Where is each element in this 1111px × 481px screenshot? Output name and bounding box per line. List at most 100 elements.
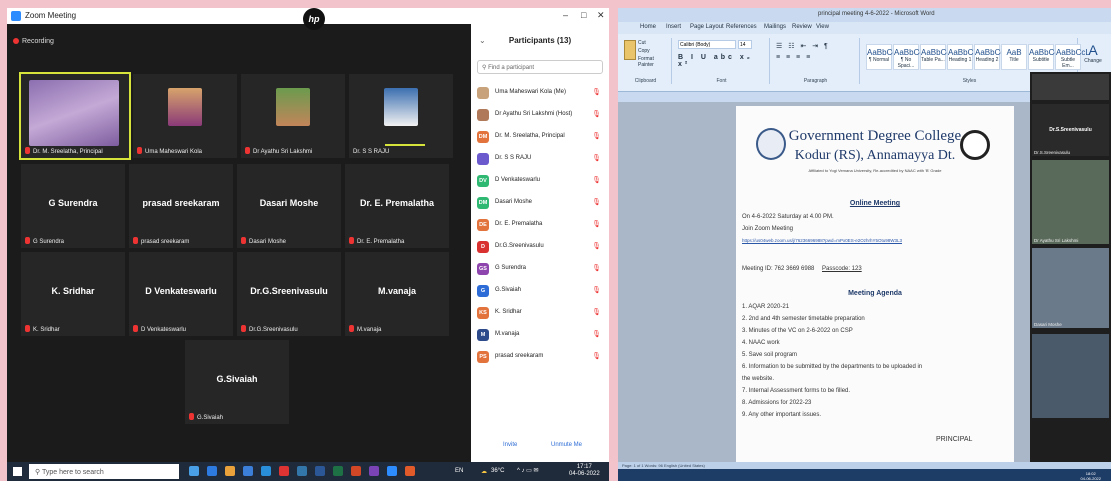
language-indicator[interactable]: EN xyxy=(455,468,463,474)
muted-mic-icon[interactable]: 🎙 xyxy=(592,286,601,294)
video-tile[interactable]: Dasari Moshe Dasari Moshe xyxy=(237,164,341,248)
muted-mic-icon[interactable]: 🎙 xyxy=(592,88,601,96)
participant-search-input[interactable]: ⚲ Find a participant xyxy=(477,60,603,74)
gallery-tile[interactable]: Dr.S.Sreenivasulu Dr.S.Sreenivasulu xyxy=(1032,104,1109,156)
file-explorer-icon[interactable] xyxy=(225,466,235,476)
video-tile[interactable]: D Venkateswarlu D Venkateswarlu xyxy=(129,252,233,336)
tab-insert[interactable]: Insert xyxy=(666,24,681,30)
cut-button[interactable]: Cut xyxy=(638,40,646,46)
video-tile[interactable]: prasad sreekaram prasad sreekaram xyxy=(129,164,233,248)
windows-start-icon[interactable] xyxy=(13,467,22,476)
participant-row[interactable]: Dr. S S RAJU 🎙 xyxy=(477,152,605,166)
excel-icon[interactable] xyxy=(333,466,343,476)
word-icon[interactable] xyxy=(315,466,325,476)
minimize-button[interactable]: – xyxy=(563,10,568,20)
participant-row[interactable]: KS K. Sridhar 🎙 xyxy=(477,306,605,320)
video-tile[interactable]: Dr. S S RAJU xyxy=(349,74,453,158)
mail-icon[interactable] xyxy=(261,466,271,476)
tab-view[interactable]: View xyxy=(816,24,829,30)
muted-mic-icon[interactable]: 🎙 xyxy=(592,330,601,338)
taskbar-search-input[interactable]: ⚲ Type here to search xyxy=(29,464,179,479)
style-option[interactable]: AaBbCcDc ¶ Normal xyxy=(866,44,906,70)
muted-mic-icon[interactable]: 🎙 xyxy=(592,264,601,272)
app-icon[interactable] xyxy=(405,466,415,476)
clock-2[interactable]: 18:02 04-06-2022 xyxy=(1081,471,1101,481)
video-tile[interactable]: Dr Ayathu Sri Lakshmi xyxy=(241,74,345,158)
video-tile[interactable]: Dr. M. Sreelatha, Principal xyxy=(19,72,131,160)
list-buttons[interactable]: ☰ ☷ ⇤ ⇥ ¶ xyxy=(776,42,830,50)
font-format-buttons[interactable]: B I U abc x₂ x² xyxy=(678,54,769,68)
unmute-me-button[interactable]: Unmute Me xyxy=(551,442,582,448)
paste-icon[interactable] xyxy=(624,40,636,60)
app-icon[interactable] xyxy=(297,466,307,476)
video-tile[interactable]: G Surendra G Surendra xyxy=(21,164,125,248)
gallery-tile[interactable]: Dr Ayathu Sri Lakshmi xyxy=(1032,160,1109,244)
close-button[interactable]: ✕ xyxy=(597,10,605,21)
participant-row[interactable]: GS G Surendra 🎙 xyxy=(477,262,605,276)
format-painter-button[interactable]: Format Painter xyxy=(638,56,671,68)
invite-button[interactable]: Invite xyxy=(503,442,517,448)
style-option[interactable]: AaBbC Heading 1 xyxy=(947,44,973,70)
tab-review[interactable]: Review xyxy=(792,24,812,30)
task-view-icon[interactable] xyxy=(189,466,199,476)
muted-mic-icon[interactable]: 🎙 xyxy=(592,308,601,316)
participant-row[interactable]: DV D Venkateswarlu 🎙 xyxy=(477,174,605,188)
powerpoint-icon[interactable] xyxy=(351,466,361,476)
weather-icon[interactable]: ☁ xyxy=(481,468,487,475)
style-option[interactable]: AaBbCcL Subtle Em... xyxy=(1055,44,1090,70)
participant-row[interactable]: Dr Ayathu Sri Lakshmi (Host) 🎙 xyxy=(477,108,605,122)
style-option[interactable]: AaBbCcL Table Pa... xyxy=(920,44,955,70)
participant-row[interactable]: DE Dr. E. Premalatha 🎙 xyxy=(477,218,605,232)
tab-page-layout[interactable]: Page Layout xyxy=(690,24,724,30)
store-icon[interactable] xyxy=(243,466,253,476)
tab-mailings[interactable]: Mailings xyxy=(764,24,786,30)
video-tile[interactable]: K. Sridhar K. Sridhar xyxy=(21,252,125,336)
maximize-button[interactable]: □ xyxy=(581,10,586,20)
zoom-link[interactable]: https://us04web.zoom.us/j/76236696988?pw… xyxy=(742,238,902,243)
zoom-taskbar-icon[interactable] xyxy=(387,466,397,476)
gallery-tile[interactable] xyxy=(1032,334,1109,418)
chrome-icon[interactable] xyxy=(279,466,289,476)
edge-icon[interactable] xyxy=(207,466,217,476)
style-option[interactable]: AaB Title xyxy=(1001,44,1027,70)
video-tile[interactable]: Dr.G.Sreenivasulu Dr.G.Sreenivasulu xyxy=(237,252,341,336)
participant-row[interactable]: M M.vanaja 🎙 xyxy=(477,328,605,342)
weather-temp[interactable]: 36°C xyxy=(491,468,504,474)
tab-home[interactable]: Home xyxy=(640,24,656,30)
document-page[interactable]: Government Degree College Kodur (RS), An… xyxy=(736,106,1014,462)
app-icon[interactable] xyxy=(369,466,379,476)
align-buttons[interactable]: ≡ ≡ ≡ ≡ xyxy=(776,54,812,61)
tray-icons[interactable]: ^ ♪ ▭ ✉ xyxy=(517,467,539,474)
gallery-tile[interactable]: Dasari Moshe xyxy=(1032,248,1109,328)
participant-row[interactable]: DM Dasari Moshe 🎙 xyxy=(477,196,605,210)
video-tile[interactable]: M.vanaja M.vanaja xyxy=(345,252,449,336)
font-name-select[interactable]: Calibri (Body) xyxy=(678,40,736,49)
muted-mic-icon[interactable]: 🎙 xyxy=(592,220,601,228)
style-option[interactable]: AaBbCcDc ¶ No Spaci... xyxy=(893,44,933,70)
video-tile[interactable]: Dr. E. Premalatha Dr. E. Premalatha xyxy=(345,164,449,248)
muted-mic-icon[interactable]: 🎙 xyxy=(592,242,601,250)
participant-row[interactable]: Uma Maheswari Kola (Me) 🎙 xyxy=(477,86,605,100)
clock[interactable]: 17:17 04-06-2022 xyxy=(569,464,600,478)
participant-row[interactable]: DM Dr. M. Sreelatha, Principal 🎙 xyxy=(477,130,605,144)
change-styles-button[interactable]: A Change xyxy=(1082,42,1104,64)
tab-references[interactable]: References xyxy=(726,24,757,30)
participant-row[interactable]: G G.Sivaiah 🎙 xyxy=(477,284,605,298)
copy-button[interactable]: Copy xyxy=(638,48,650,54)
style-sample: AaBbCc xyxy=(975,48,1005,57)
participant-row[interactable]: PS prasad sreekaram 🎙 xyxy=(477,350,605,364)
muted-mic-icon[interactable]: 🎙 xyxy=(592,154,601,162)
recording-indicator[interactable]: Recording xyxy=(13,38,54,45)
muted-mic-icon[interactable]: 🎙 xyxy=(592,352,601,360)
font-size-select[interactable]: 14 xyxy=(738,40,752,49)
muted-mic-icon[interactable]: 🎙 xyxy=(592,110,601,118)
style-option[interactable]: AaBbCc Heading 2 xyxy=(974,44,1005,70)
muted-mic-icon[interactable]: 🎙 xyxy=(592,132,601,140)
muted-mic-icon[interactable]: 🎙 xyxy=(592,198,601,206)
video-tile[interactable]: Uma Maheswari Kola xyxy=(133,74,237,158)
participant-row[interactable]: D Dr.G.Sreenivasulu 🎙 xyxy=(477,240,605,254)
muted-mic-icon[interactable]: 🎙 xyxy=(592,176,601,184)
participant-avatar xyxy=(477,87,489,99)
video-tile[interactable]: G.Sivaiah G.Sivaiah xyxy=(185,340,289,424)
style-option[interactable]: AaBbCc Subtitle xyxy=(1028,44,1058,70)
